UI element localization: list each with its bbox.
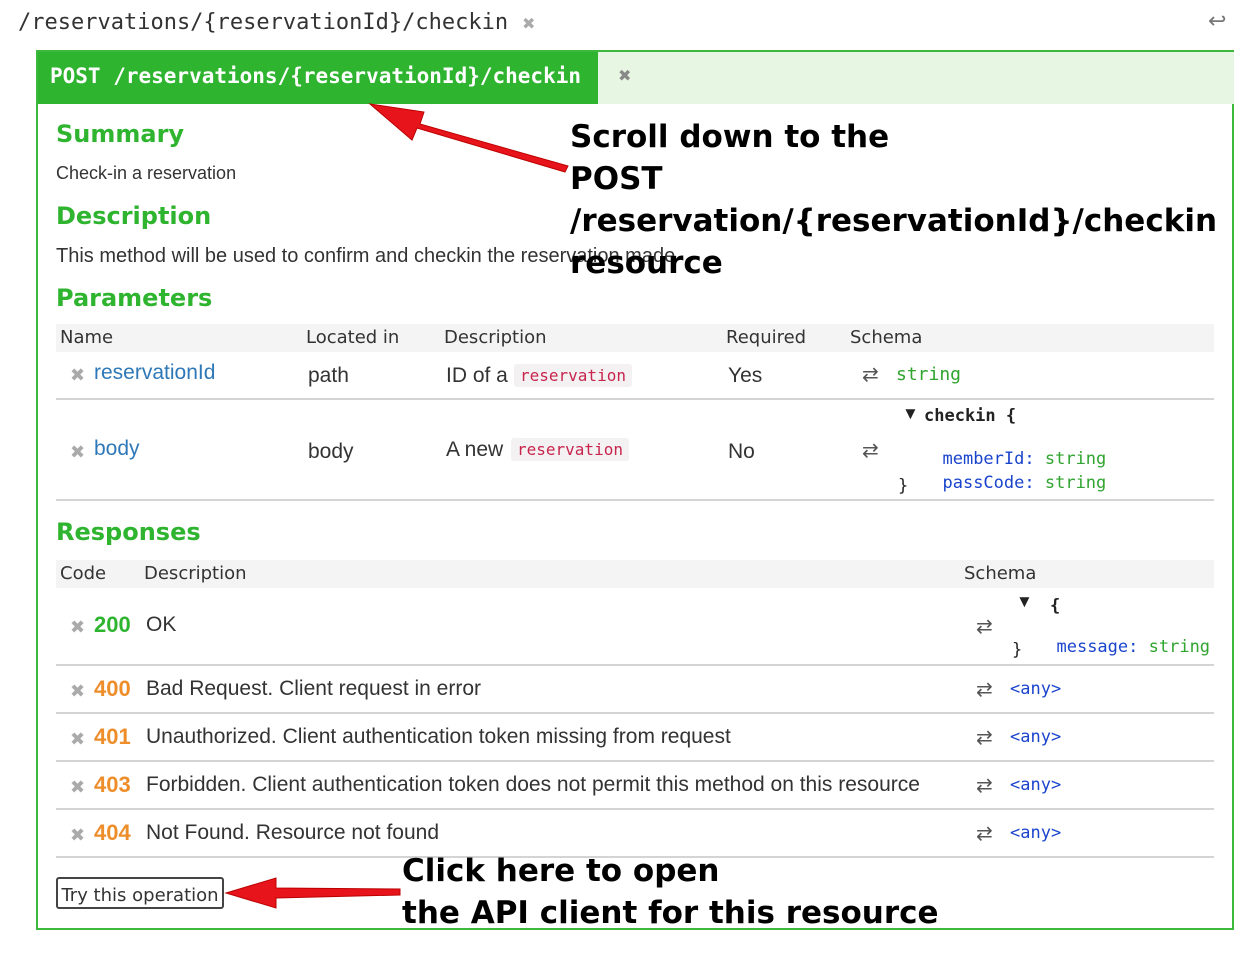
annotation-line: POST /reservation/{reservationId}/checki… (570, 161, 1218, 239)
annotation-line: resource (570, 245, 723, 281)
annotation-scroll: Scroll down to the POST /reservation/{re… (570, 116, 1254, 284)
annotation-line: the API client for this resource (402, 895, 939, 931)
annotation-arrow-click (224, 877, 401, 909)
annotation-arrow-scroll (368, 103, 569, 173)
annotation-line: Scroll down to the (570, 119, 890, 155)
annotation-line: Click here to open (402, 853, 720, 889)
annotation-click: Click here to open the API client for th… (402, 850, 939, 934)
